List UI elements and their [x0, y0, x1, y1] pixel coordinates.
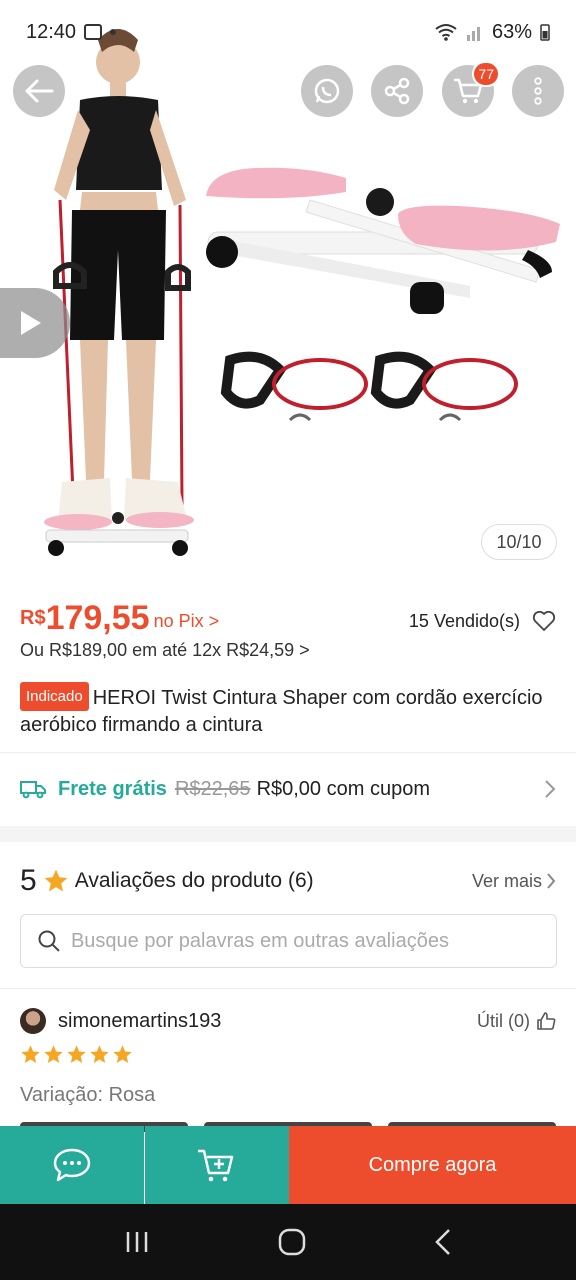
status-right: 63% [434, 21, 550, 44]
favorite-heart-icon[interactable] [532, 610, 556, 632]
review-header: simonemartins193 Útil (0) [20, 1004, 556, 1038]
helpful-button[interactable]: Útil (0) [477, 1011, 556, 1032]
indicado-badge: Indicado [20, 682, 89, 711]
play-icon [21, 311, 41, 335]
more-options-button[interactable] [512, 65, 564, 117]
cart-button[interactable]: 77 [442, 61, 500, 117]
star-icon [113, 1045, 132, 1063]
image-counter: 10/10 [481, 524, 557, 560]
sold-count: 15 Vendido(s) [408, 610, 520, 631]
reviews-header: 5 Avaliações do produto (6) Ver mais [20, 858, 556, 904]
whatsapp-share-button[interactable] [301, 65, 353, 117]
section-divider [0, 826, 576, 842]
chat-icon [53, 1148, 91, 1182]
buy-now-button[interactable]: Compre agora [289, 1126, 576, 1204]
whatsapp-icon [314, 78, 340, 104]
review-search-input[interactable] [70, 929, 540, 953]
wifi-icon [435, 24, 457, 41]
chevron-right-icon [547, 873, 556, 889]
shipping-row[interactable]: Frete grátis R$22,65 R$0,00 com cupom [20, 760, 556, 818]
divider [0, 988, 576, 989]
cart-count-badge: 77 [472, 61, 500, 87]
see-more-reviews-link[interactable]: Ver mais [472, 871, 556, 892]
helpful-label: Útil (0) [477, 1010, 530, 1031]
free-shipping-label: Frete grátis [58, 777, 167, 800]
pix-link[interactable]: no Pix > [154, 611, 220, 632]
rating-score: 5 [20, 864, 37, 897]
chevron-right-icon [545, 780, 556, 798]
chat-button[interactable] [0, 1126, 144, 1204]
recent-apps-icon[interactable] [124, 1230, 150, 1254]
star-icon [90, 1045, 109, 1063]
review-stars [20, 1044, 133, 1065]
product-title: Indicado HEROI Twist Cintura Shaper com c… [20, 682, 556, 739]
shipping-old-price: R$22,65 [174, 777, 251, 800]
clock: 12:40 [26, 20, 77, 43]
truck-icon [20, 781, 46, 799]
back-button[interactable] [13, 65, 65, 117]
notification-dot-icon [110, 29, 117, 35]
sold-wrap: 15 Vendido(s) [409, 610, 556, 632]
home-icon[interactable] [278, 1228, 306, 1256]
installment-link[interactable]: Ou R$189,00 em até 12x R$24,59 > [20, 640, 310, 661]
divider [0, 752, 576, 753]
price-value: 179,55 [45, 599, 150, 637]
play-video-button[interactable] [0, 288, 70, 358]
review-search-box[interactable] [20, 914, 557, 968]
review-variation: Variação: Rosa [20, 1084, 156, 1106]
thumbs-up-icon [537, 1012, 556, 1030]
signal-icon [466, 27, 480, 41]
star-icon [44, 1045, 63, 1063]
add-to-cart-button[interactable] [145, 1126, 289, 1204]
shipping-new-price: R$0,00 com cupom [256, 777, 430, 800]
star-icon [67, 1045, 86, 1063]
system-back-icon[interactable] [434, 1228, 452, 1256]
avatar [20, 1008, 46, 1034]
system-navigation-bar [0, 1204, 576, 1280]
status-bar: 12:40 63% [0, 0, 576, 64]
product-gallery[interactable]: 77 10/10 [0, 0, 576, 580]
product-title-text: HEROI Twist Cintura Shaper com cordão ex… [20, 687, 543, 736]
battery-icon [540, 24, 550, 41]
star-icon [44, 869, 68, 892]
add-to-cart-icon [198, 1149, 234, 1182]
bottom-action-bar: Compre agora [0, 1126, 576, 1204]
back-arrow-icon [25, 79, 54, 103]
star-icon [21, 1045, 40, 1063]
search-icon [38, 930, 60, 952]
share-icon [384, 77, 410, 105]
price-row: R$ 179,55 no Pix > 15 Vendido(s) [20, 596, 556, 636]
battery-level: 63% [491, 20, 532, 43]
reviewer-username: simonemartins193 [58, 1009, 222, 1032]
more-vertical-icon [534, 77, 542, 105]
reviews-title: Avaliações do produto (6) [74, 869, 314, 892]
price-currency: R$ [20, 607, 46, 629]
gallery-notification-icon [84, 24, 103, 40]
share-button[interactable] [371, 65, 423, 117]
see-more-label: Ver mais [471, 870, 542, 891]
status-left: 12:40 [26, 20, 117, 44]
